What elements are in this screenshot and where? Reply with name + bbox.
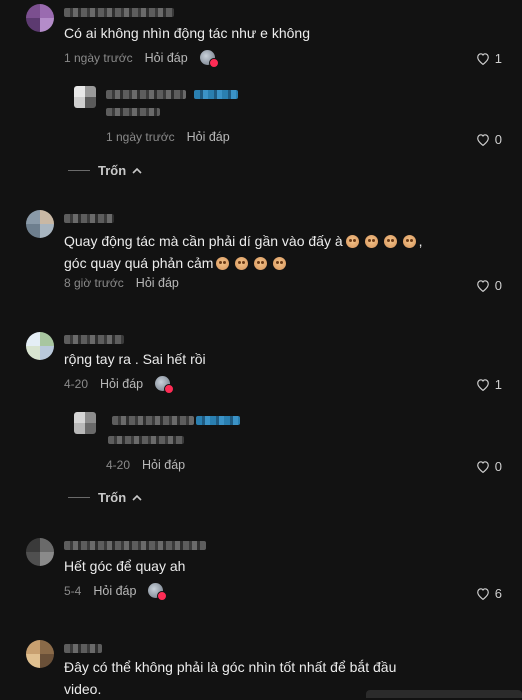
comment-text: Có ai không nhìn động tác như e không [64,25,310,41]
embarrassed-emoji-icon [254,257,268,270]
avatar[interactable] [26,640,54,668]
bottom-overlay [366,690,522,698]
like-count: 0 [494,459,502,474]
heart-outline-icon [476,461,489,473]
username-blurred[interactable] [106,90,186,99]
comment-meta: 4-20 Hỏi đáp [64,376,175,394]
like-button[interactable]: 1 [476,51,502,66]
divider [68,170,90,171]
creator-liked-icon [155,376,175,394]
like-count: 1 [494,51,502,66]
reply-button[interactable]: Hỏi đáp [93,584,136,598]
hide-replies-label: Trốn [98,163,127,178]
username-blurred[interactable] [64,335,124,344]
avatar[interactable] [26,210,54,238]
like-count: 1 [494,377,502,392]
avatar-image [26,640,54,668]
heart-outline-icon [476,53,489,65]
username-blurred[interactable] [64,8,174,17]
avatar-image [74,86,96,108]
comment-text: rộng tay ra . Sai hết rồi [64,351,206,367]
embarrassed-emoji-icon [273,257,287,270]
embarrassed-emoji-icon [345,235,359,248]
comment-text-line1-end: , [418,233,423,249]
like-button[interactable]: 6 [476,586,502,601]
heart-outline-icon [476,134,489,146]
reply-time: 4-20 [106,458,131,472]
avatar-image [26,332,54,360]
heart-outline-icon [476,379,489,391]
chevron-up-icon [132,494,142,501]
comment-text-line2: góc quay quá phản cảm [64,255,214,271]
avatar[interactable] [74,86,96,108]
like-count: 0 [494,278,502,293]
avatar-image [26,210,54,238]
reply-text-blurred [106,108,160,116]
comment-text-line1: Quay động tác mà cần phải dí gần vào đấy… [64,233,343,249]
avatar[interactable] [26,4,54,32]
comment-meta: 1 ngày trước Hỏi đáp [64,50,219,68]
embarrassed-emoji-icon [216,257,230,270]
username-blurred[interactable] [64,541,206,550]
like-button[interactable]: 0 [476,459,502,474]
reply-button[interactable]: Hỏi đáp [145,51,188,65]
like-count: 0 [494,132,502,147]
reply-button[interactable]: Hỏi đáp [136,276,179,290]
comment-time: 8 giờ trước [64,276,124,290]
embarrassed-emoji-icon [364,235,378,248]
comment-time: 4-20 [64,376,89,391]
username-blurred[interactable] [64,644,102,653]
creator-liked-icon [148,583,168,601]
username-blurred[interactable] [112,416,194,425]
comment-time: 5-4 [64,583,82,598]
embarrassed-emoji-icon [235,257,249,270]
comment-time: 1 ngày trước [64,50,133,65]
reply-time: 1 ngày trước [106,130,175,144]
reply-button[interactable]: Hỏi đáp [187,130,230,144]
comment-text-line1: Đây có thể không phải là góc nhìn tốt nh… [64,659,397,675]
like-button[interactable]: 0 [476,132,502,147]
reply-text-blurred [108,436,184,444]
heart-outline-icon [476,280,489,292]
hide-replies-button[interactable]: Trốn [68,163,142,178]
avatar[interactable] [26,538,54,566]
creator-liked-icon [199,50,219,68]
reply-button[interactable]: Hỏi đáp [142,458,185,472]
comment-text-line2: video. [64,681,102,697]
embarrassed-emoji-icon [383,235,397,248]
avatar-image [74,412,96,434]
chevron-up-icon [132,167,142,174]
avatar-image [26,4,54,32]
avatar-image [26,538,54,566]
like-button[interactable]: 1 [476,377,502,392]
heart-outline-icon [476,588,489,600]
username-blurred[interactable] [64,214,114,223]
avatar[interactable] [26,332,54,360]
embarrassed-emoji-icon [402,235,416,248]
reply-button[interactable]: Hỏi đáp [100,377,143,391]
comment-text: Hết góc để quay ah [64,558,186,574]
hide-replies-button[interactable]: Trốn [68,490,142,505]
comment-meta: 8 giờ trước Hỏi đáp [64,276,179,290]
avatar[interactable] [74,412,96,434]
hide-replies-label: Trốn [98,490,127,505]
like-button[interactable]: 0 [476,278,502,293]
comment-text: Quay động tác mà cần phải dí gần vào đấy… [64,230,484,274]
like-count: 6 [494,586,502,601]
divider [68,497,90,498]
username-mention-blurred [194,90,238,99]
username-mention-blurred [196,416,240,425]
reply-meta: 1 ngày trước Hỏi đáp [106,130,230,144]
reply-meta: 4-20 Hỏi đáp [106,458,185,472]
comment-meta: 5-4 Hỏi đáp [64,583,168,601]
